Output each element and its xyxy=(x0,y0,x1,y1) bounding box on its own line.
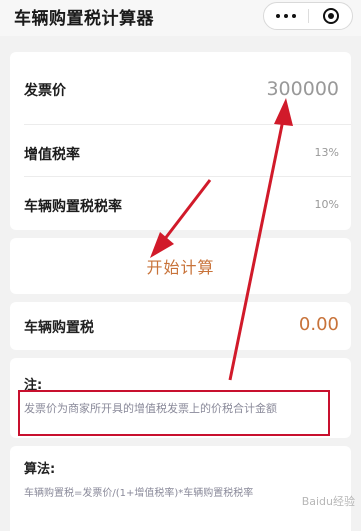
purchase-tax-result-value: 0.00 xyxy=(298,314,339,335)
note-text: 发票价为商家所开具的增值税发票上的价税合计金额 xyxy=(24,402,277,415)
app-title: 车辆购置税计算器 xyxy=(14,9,154,29)
invoice-price-row[interactable]: 发票价 300000 xyxy=(10,52,351,124)
input-card: 发票价 300000 增值税率 13% 车辆购置税税率 10% xyxy=(10,52,351,230)
page: 车辆购置税计算器 发票价 300000 增值税率 13% 车辆购置税税率 10%… xyxy=(0,0,361,531)
calculate-card: 开始计算 xyxy=(10,238,351,294)
header: 车辆购置税计算器 xyxy=(0,0,361,36)
purchase-tax-rate-label: 车辆购置税税率 xyxy=(24,199,122,215)
more-dots-icon xyxy=(292,14,296,18)
more-dots-icon xyxy=(284,14,288,18)
purchase-tax-result-label: 车辆购置税 xyxy=(24,320,94,336)
invoice-price-label: 发票价 xyxy=(24,83,66,99)
mini-program-capsule xyxy=(263,2,353,30)
note-title: 注: xyxy=(24,378,43,393)
close-miniprogram-button[interactable] xyxy=(309,3,353,29)
watermark: Baidu经验 xyxy=(301,495,355,508)
more-options-button[interactable] xyxy=(264,3,308,29)
start-calculation-button[interactable]: 开始计算 xyxy=(10,238,351,294)
result-card: 车辆购置税 0.00 xyxy=(10,302,351,350)
more-dots-icon xyxy=(276,14,280,18)
vat-rate-value[interactable]: 13% xyxy=(315,146,339,159)
formula-title: 算法: xyxy=(24,462,56,477)
purchase-tax-rate-row[interactable]: 车辆购置税税率 10% xyxy=(10,176,351,230)
note-card: 注: 发票价为商家所开具的增值税发票上的价税合计金额 xyxy=(10,358,351,438)
purchase-tax-rate-value[interactable]: 10% xyxy=(315,198,339,211)
invoice-price-input[interactable]: 300000 xyxy=(266,78,339,100)
target-dot xyxy=(328,13,334,19)
vat-rate-label: 增值税率 xyxy=(24,147,80,163)
vat-rate-row[interactable]: 增值税率 13% xyxy=(10,124,351,176)
formula-card: 算法: 车辆购置税=发票价/(1+增值税率)*车辆购置税税率 xyxy=(10,446,351,531)
formula-text: 车辆购置税=发票价/(1+增值税率)*车辆购置税税率 xyxy=(24,488,254,499)
